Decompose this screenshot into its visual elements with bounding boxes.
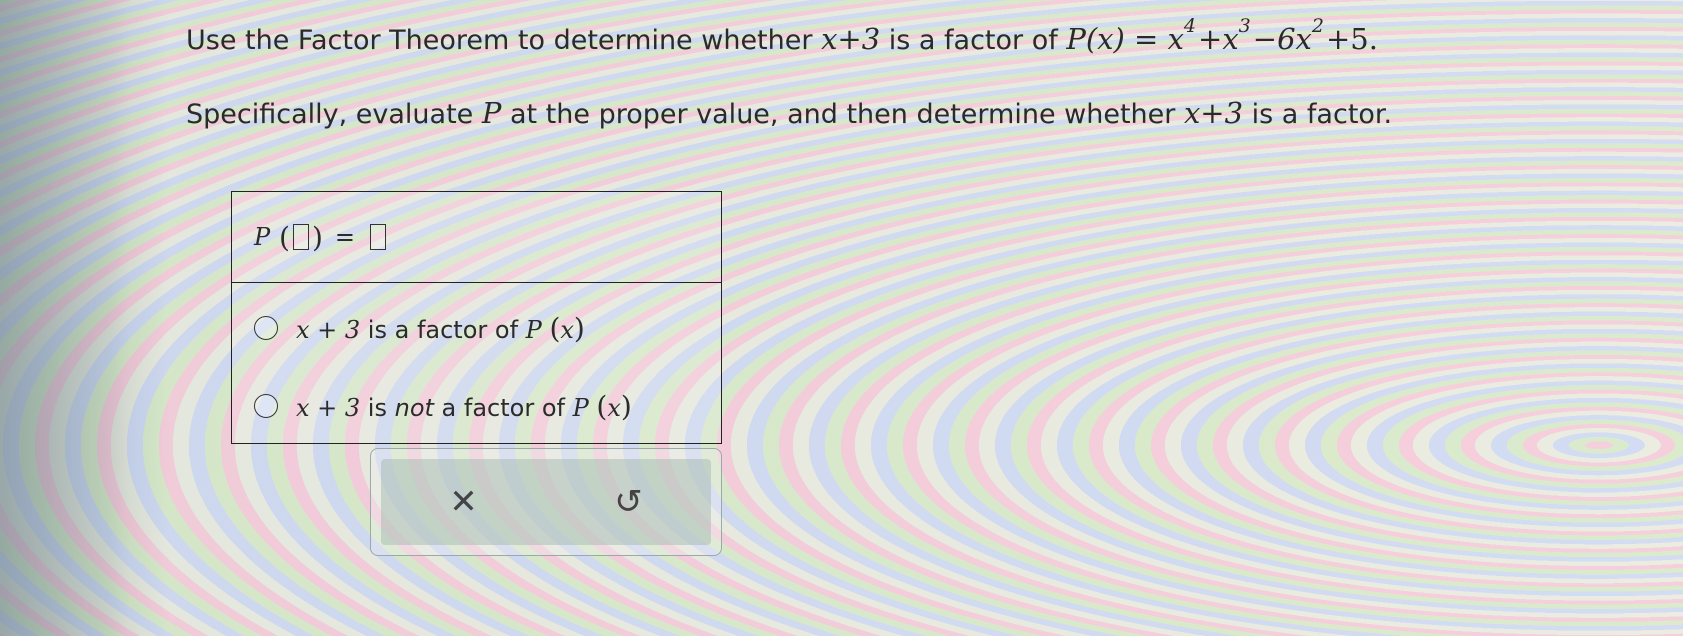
answer-box: P ( ) = x + 3 is a factor of P (x) x + 3… [231, 191, 722, 444]
option-label: x + 3 is not a factor of P (x) [296, 389, 632, 423]
action-panel-inner: ✕ ↺ [381, 459, 711, 545]
function-name: P [254, 223, 271, 251]
question-line-1: Use the Factor Theorem to determine whet… [186, 15, 1378, 56]
action-panel: ✕ ↺ [370, 448, 722, 556]
clear-icon[interactable]: ✕ [434, 482, 494, 522]
divisor-expression: x+3 [1183, 96, 1244, 130]
question-text: at the proper value, and then determine … [501, 99, 1184, 130]
open-paren: ( [270, 220, 290, 254]
input-value-field[interactable] [292, 224, 309, 250]
option-is-not-factor[interactable]: x + 3 is not a factor of P (x) [232, 367, 721, 445]
equals-sign: = [334, 223, 356, 251]
question-text: Use the Factor Theorem to determine whet… [186, 25, 822, 56]
question-text: is a factor. [1243, 99, 1393, 130]
close-paren: ) [311, 220, 323, 254]
radio-button[interactable] [254, 394, 278, 418]
screen-glare [0, 0, 130, 636]
question-line-2: Specifically, evaluate P at the proper v… [186, 96, 1392, 130]
function-variable: P [481, 96, 502, 130]
evaluation-row: P ( ) = [232, 192, 721, 283]
radio-button[interactable] [254, 316, 278, 340]
divisor-expression: x+3 [821, 22, 881, 56]
polynomial-expression: P(x) = x4+x3−6x2+5. [1066, 15, 1378, 56]
question-text: Specifically, evaluate [186, 99, 482, 130]
undo-icon[interactable]: ↺ [599, 482, 659, 522]
result-value-field[interactable] [370, 224, 387, 250]
question-text: is a factor of [880, 25, 1067, 56]
option-label: x + 3 is a factor of P (x) [296, 311, 585, 345]
option-is-factor[interactable]: x + 3 is a factor of P (x) [232, 289, 721, 367]
